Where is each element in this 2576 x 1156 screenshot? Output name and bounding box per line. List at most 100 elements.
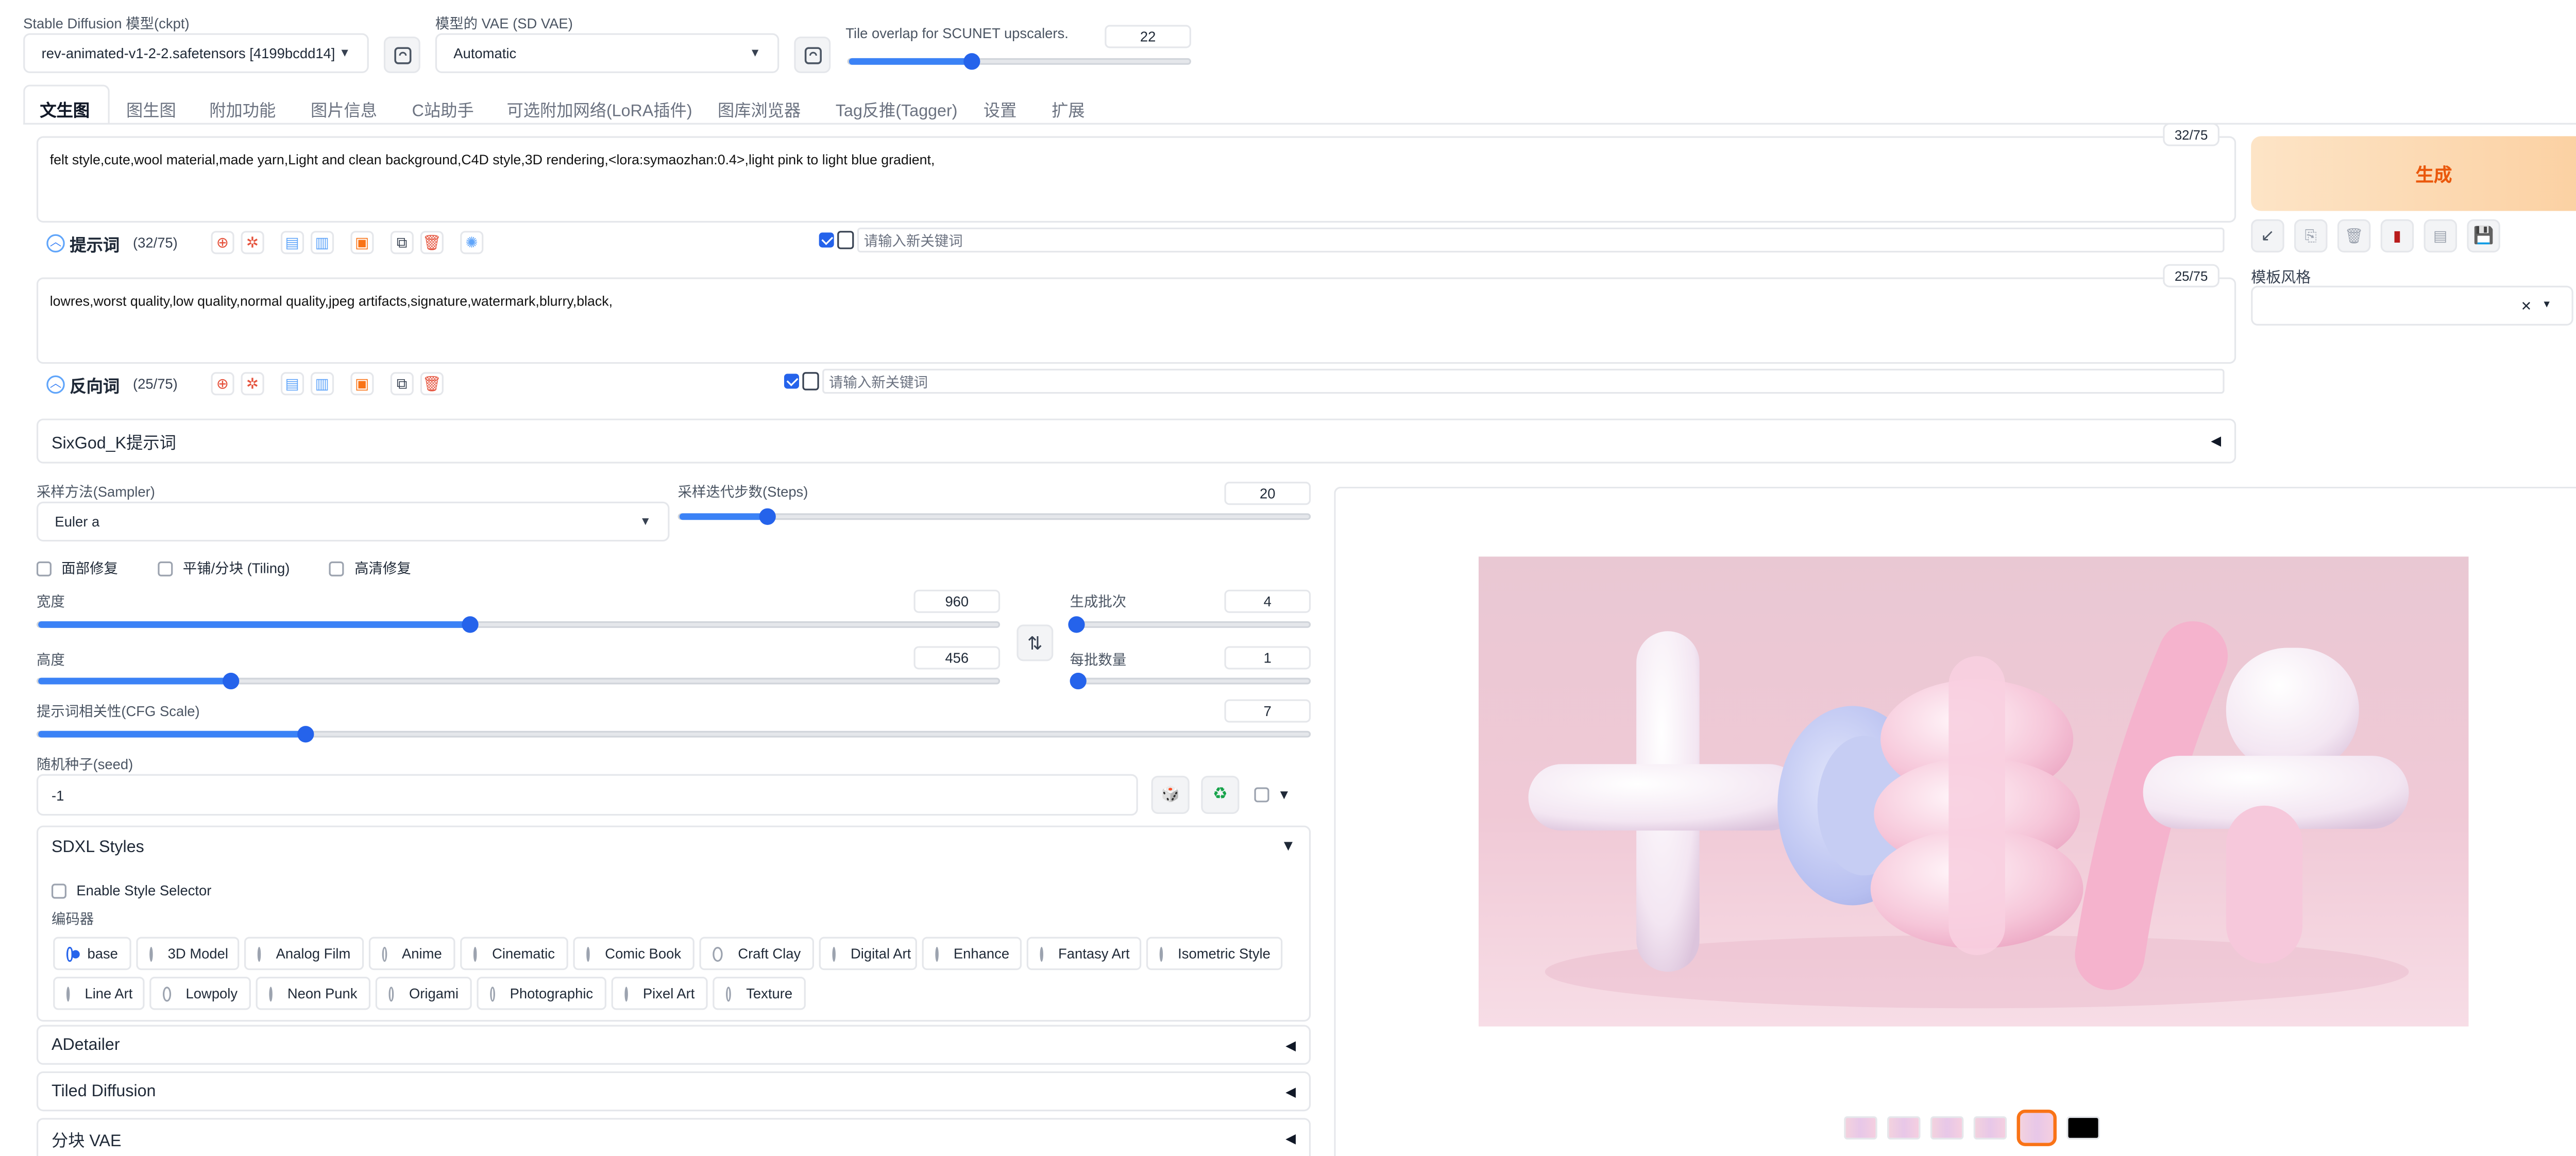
style-option[interactable]: Craft Clay <box>699 937 815 971</box>
generate-button[interactable]: 生成 <box>2251 136 2576 211</box>
face-restore-checkbox[interactable] <box>36 560 52 576</box>
image-icon[interactable]: ▣ <box>350 372 374 396</box>
bookmark-icon[interactable]: ▥ <box>310 372 334 396</box>
batch-size-slider[interactable] <box>1070 672 1311 690</box>
thumbnail[interactable] <box>1844 1116 1877 1140</box>
batch-count-slider[interactable] <box>1067 616 1311 633</box>
negative-keyword-checkbox[interactable] <box>784 373 799 389</box>
batch-count-input[interactable]: 4 <box>1224 589 1311 613</box>
swap-dimensions-button[interactable]: ⇅ <box>1016 624 1054 661</box>
tiling-checkbox[interactable] <box>158 560 173 576</box>
enable-style-checkbox[interactable] <box>51 882 66 898</box>
caret-down-icon[interactable]: ▼ <box>1281 837 1296 854</box>
image-icon[interactable]: ▣ <box>350 231 374 254</box>
style-option[interactable]: Digital Art <box>819 937 917 971</box>
thumbnail[interactable] <box>1887 1116 1921 1140</box>
clear-icon[interactable]: ✕ <box>2521 298 2532 313</box>
slider-thumb[interactable] <box>963 53 980 70</box>
gear-icon[interactable]: ✺ <box>460 231 484 254</box>
style-option[interactable]: Cinematic <box>460 937 568 971</box>
collapse-icon[interactable]: ︿ <box>46 375 65 393</box>
prompt-keyword-checkbox[interactable] <box>819 232 834 248</box>
vae-dropdown[interactable]: Automatic ▼ <box>435 33 779 73</box>
tab-2[interactable]: 附加功能 <box>209 96 276 121</box>
ckpt-dropdown[interactable]: rev-animated-v1-2-2.safetensors [4199bcd… <box>23 33 369 73</box>
tab-6[interactable]: 图库浏览器 <box>718 96 801 121</box>
negative-prompt-textarea[interactable]: lowres,worst quality,low quality,normal … <box>36 277 2236 364</box>
save-icon[interactable]: 💾 <box>2467 219 2500 253</box>
tile-overlap-input[interactable]: 22 <box>1105 25 1191 48</box>
tiled-vae-accordion[interactable]: 分块 VAE ◀ <box>36 1118 1311 1156</box>
refresh-vae-button[interactable] <box>794 36 831 73</box>
style-option[interactable]: Anime <box>368 937 455 971</box>
collapse-icon[interactable]: ︿ <box>46 233 65 252</box>
settings-icon[interactable]: ✲ <box>241 231 264 254</box>
slider-thumb[interactable] <box>462 616 479 633</box>
tiled-diffusion-accordion[interactable]: Tiled Diffusion ◀ <box>36 1071 1311 1112</box>
slider-thumb[interactable] <box>1070 672 1087 690</box>
bookmark-icon[interactable]: ▥ <box>310 231 334 254</box>
trash-icon[interactable]: 🗑 <box>2337 219 2371 253</box>
negative-keyword-input[interactable]: 请输入新关键词 <box>822 368 2225 394</box>
style-option[interactable]: Enhance <box>922 937 1022 971</box>
thumbnail[interactable] <box>2016 1109 2057 1146</box>
trash-icon[interactable]: 🗑 <box>420 372 444 396</box>
duplicate-icon[interactable]: ⧉ <box>390 231 414 254</box>
thumbnail[interactable] <box>1930 1116 1964 1140</box>
style-option[interactable]: Pixel Art <box>611 977 708 1010</box>
copy-icon[interactable]: ▤ <box>280 372 304 396</box>
duplicate-icon[interactable]: ⧉ <box>390 372 414 396</box>
tab-3[interactable]: 图片信息 <box>311 96 377 121</box>
caret-down-icon[interactable]: ▼ <box>1278 787 1291 802</box>
prompt-textarea[interactable]: felt style,cute,wool material,made yarn,… <box>36 136 2236 223</box>
template-style-dropdown[interactable]: ✕ ▼ <box>2251 285 2573 326</box>
style-option[interactable]: base <box>53 937 131 971</box>
style-option[interactable]: Fantasy Art <box>1026 937 1142 971</box>
output-image[interactable] <box>1478 556 2469 1027</box>
width-input[interactable]: 960 <box>913 589 1001 613</box>
style-option[interactable]: 3D Model <box>136 937 240 971</box>
prompt-keyword-input[interactable]: 请输入新关键词 <box>857 227 2225 253</box>
cfg-input[interactable]: 7 <box>1224 699 1311 723</box>
style-option[interactable]: Line Art <box>53 977 145 1010</box>
trash-icon[interactable]: 🗑 <box>420 231 444 254</box>
tab-0[interactable]: 文生图 <box>40 96 90 121</box>
batch-size-input[interactable]: 1 <box>1224 646 1311 670</box>
width-slider[interactable] <box>36 616 1001 633</box>
adetailer-accordion[interactable]: ADetailer ◀ <box>36 1025 1311 1065</box>
slider-thumb[interactable] <box>297 726 314 743</box>
notes-icon[interactable]: ▤ <box>2424 219 2458 253</box>
height-input[interactable]: 456 <box>913 646 1001 670</box>
tab-5[interactable]: 可选附加网络(LoRA插件) <box>506 96 692 121</box>
steps-input[interactable]: 20 <box>1224 482 1311 505</box>
style-option[interactable]: Texture <box>713 977 806 1010</box>
seed-input[interactable]: -1 <box>36 774 1138 816</box>
sixgod-accordion[interactable]: SixGod_K提示词 ◀ <box>36 418 2236 464</box>
tab-1[interactable]: 图生图 <box>126 96 176 121</box>
tab-4[interactable]: C站助手 <box>412 96 474 121</box>
cfg-slider[interactable] <box>36 726 1311 743</box>
slider-thumb[interactable] <box>222 672 239 690</box>
hires-fix-checkbox[interactable] <box>329 560 345 576</box>
slider-thumb[interactable] <box>1067 616 1085 633</box>
tile-overlap-slider[interactable] <box>847 53 1191 70</box>
tab-7[interactable]: Tag反推(Tagger) <box>836 96 958 121</box>
settings-icon[interactable]: ✲ <box>241 372 264 396</box>
paste-icon[interactable]: ⎘ <box>2294 219 2328 253</box>
arrow-down-left-icon[interactable]: ↙ <box>2251 219 2284 253</box>
refresh-ckpt-button[interactable] <box>383 36 420 73</box>
style-option[interactable]: Origami <box>375 977 472 1010</box>
style-option[interactable]: Analog Film <box>244 937 364 971</box>
style-option[interactable]: Neon Punk <box>256 977 371 1010</box>
reuse-seed-button[interactable]: ♻ <box>1201 775 1240 814</box>
thumbnail[interactable] <box>2066 1116 2100 1140</box>
slider-thumb[interactable] <box>759 508 776 525</box>
translate-icon[interactable]: ⊕ <box>211 231 234 254</box>
thumbnail[interactable] <box>1973 1116 2007 1140</box>
steps-slider[interactable] <box>677 508 1311 525</box>
style-option[interactable]: Isometric Style <box>1146 937 1283 971</box>
clipboard-icon[interactable]: ▮ <box>2380 219 2414 253</box>
tab-9[interactable]: 扩展 <box>1052 96 1084 121</box>
random-seed-button[interactable]: 🎲 <box>1151 775 1190 814</box>
tab-8[interactable]: 设置 <box>984 96 1016 121</box>
